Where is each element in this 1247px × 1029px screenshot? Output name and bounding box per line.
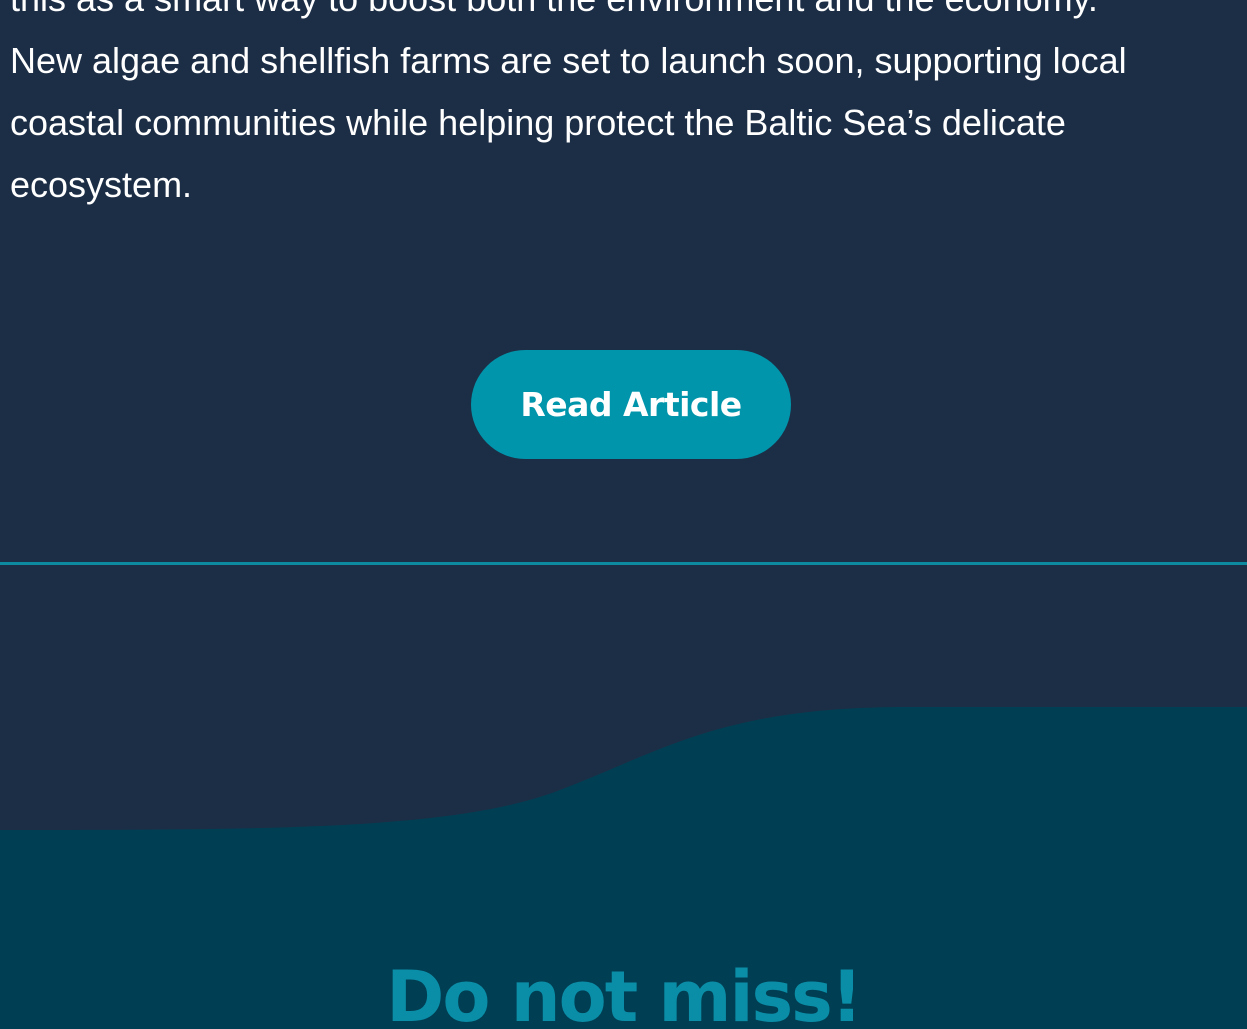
excerpt-line: ecosystem. <box>10 164 193 205</box>
do-not-miss-heading: Do not miss! <box>386 956 863 1029</box>
article-excerpt: this as a smart way to boost both the en… <box>10 0 1247 216</box>
excerpt-line: New algae and shellfish farms are set to… <box>10 40 1127 81</box>
read-article-button[interactable]: Read Article <box>471 350 791 459</box>
page: this as a smart way to boost both the en… <box>0 0 1247 1029</box>
excerpt-line: this as a smart way to boost both the en… <box>10 0 1247 30</box>
excerpt-line: coastal communities while helping protec… <box>10 102 1066 143</box>
section-divider <box>0 562 1247 565</box>
